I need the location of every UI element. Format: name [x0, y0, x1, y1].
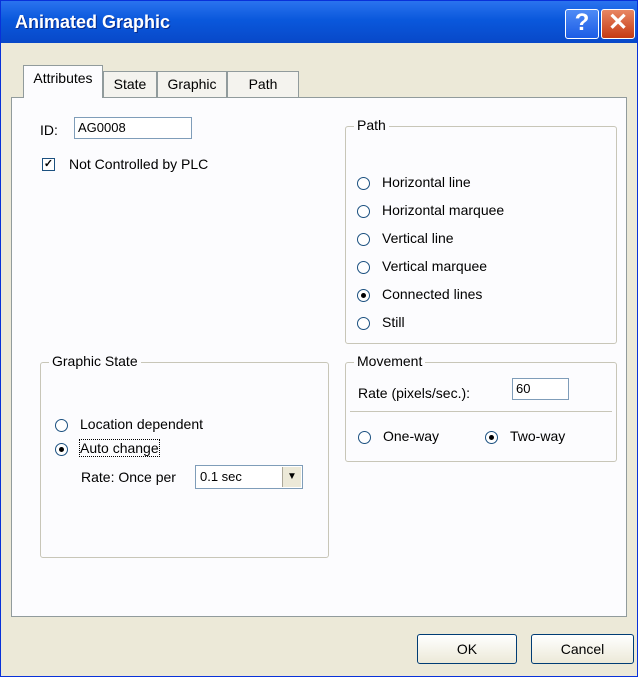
radio-connected-lines-label: Connected lines [382, 286, 483, 302]
radio-still[interactable] [357, 317, 370, 330]
path-group: Path Horizontal line Horizontal marquee … [345, 117, 617, 344]
not-controlled-label: Not Controlled by PLC [69, 156, 209, 172]
graphic-state-title: Graphic State [49, 353, 141, 369]
radio-auto-change[interactable] [55, 443, 68, 456]
tab-path[interactable]: Path [227, 71, 299, 97]
tab-attributes[interactable]: Attributes [23, 65, 103, 98]
tab-graphic[interactable]: Graphic [157, 71, 227, 97]
movement-rate-label: Rate (pixels/sec.): [358, 385, 471, 401]
radio-horizontal-marquee-label: Horizontal marquee [382, 202, 505, 218]
tab-state[interactable]: State [103, 71, 157, 97]
radio-horizontal-marquee[interactable] [357, 205, 370, 218]
path-group-title: Path [354, 117, 389, 133]
radio-one-way[interactable] [358, 431, 371, 444]
not-controlled-checkbox[interactable]: ✓ [42, 158, 55, 171]
close-icon[interactable]: ✕ [601, 9, 635, 39]
cancel-button[interactable]: Cancel [531, 634, 634, 664]
title-bar[interactable]: Animated Graphic ? ✕ [1, 1, 637, 43]
radio-two-way[interactable] [485, 431, 498, 444]
radio-auto-change-label: Auto change [79, 439, 160, 457]
chevron-down-icon[interactable]: ▼ [282, 467, 301, 487]
radio-vertical-line[interactable] [357, 233, 370, 246]
id-field[interactable]: AG0008 [74, 117, 192, 139]
radio-location-dependent[interactable] [55, 419, 68, 432]
movement-divider [350, 411, 612, 412]
radio-location-dependent-label: Location dependent [80, 416, 203, 432]
radio-one-way-label: One-way [383, 428, 440, 444]
rate-select[interactable]: 0.1 sec ▼ [195, 465, 303, 489]
radio-vertical-line-label: Vertical line [382, 230, 454, 246]
radio-two-way-label: Two-way [510, 428, 566, 444]
radio-vertical-marquee-label: Vertical marquee [382, 258, 488, 274]
rate-select-value: 0.1 sec [200, 469, 242, 484]
movement-rate-field[interactable]: 60 [512, 378, 569, 400]
attributes-panel: ID: AG0008 ✓ Not Controlled by PLC Path … [11, 97, 627, 617]
help-icon[interactable]: ? [565, 9, 599, 39]
window-title: Animated Graphic [15, 12, 171, 32]
radio-horizontal-line-label: Horizontal line [382, 174, 471, 190]
id-label: ID: [40, 122, 58, 138]
movement-title: Movement [354, 353, 426, 369]
graphic-state-group: Graphic State Location dependent Auto ch… [40, 353, 329, 558]
radio-connected-lines[interactable] [357, 289, 370, 302]
radio-horizontal-line[interactable] [357, 177, 370, 190]
ok-button[interactable]: OK [417, 634, 517, 664]
rate-once-per-label: Rate: Once per [81, 469, 176, 485]
movement-group: Movement Rate (pixels/sec.): 60 One-way … [345, 353, 617, 462]
radio-vertical-marquee[interactable] [357, 261, 370, 274]
animated-graphic-dialog: Animated Graphic ? ✕ Attributes State Gr… [0, 0, 638, 677]
radio-still-label: Still [382, 314, 405, 330]
